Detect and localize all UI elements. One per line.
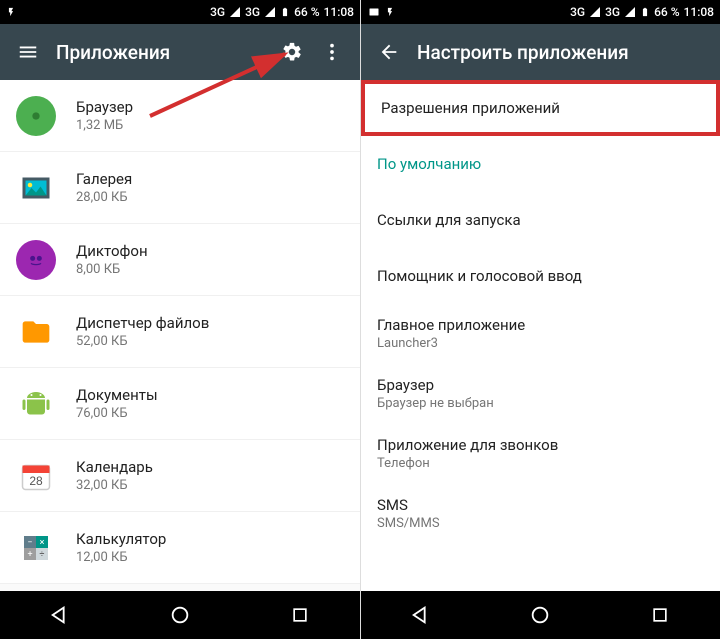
network-3g-2: 3G: [245, 5, 260, 19]
folder-icon: [16, 312, 56, 352]
app-size: 28,00 КБ: [76, 190, 132, 205]
item-title: Ссылки для запуска: [377, 211, 521, 229]
nav-recents-icon[interactable]: [260, 595, 340, 635]
item-default[interactable]: По умолчанию: [361, 136, 720, 192]
recorder-icon: [16, 240, 56, 280]
svg-text:×: ×: [40, 538, 45, 548]
nav-recents-icon[interactable]: [620, 595, 700, 635]
nav-back-icon[interactable]: [381, 595, 461, 635]
app-size: 8,00 КБ: [76, 262, 148, 277]
item-assistant-voice[interactable]: Помощник и голосовой ввод: [361, 248, 720, 304]
item-title: SMS: [377, 496, 440, 514]
overflow-icon[interactable]: [312, 32, 352, 72]
flash-icon: [385, 5, 395, 19]
app-size: 12,00 КБ: [76, 550, 166, 565]
network-3g-2: 3G: [605, 5, 620, 19]
app-name: Календарь: [76, 458, 153, 476]
svg-text:28: 28: [29, 474, 43, 488]
item-title: Главное приложение: [377, 316, 525, 334]
app-row-calc[interactable]: −× + ÷ Калькулятор 12,00 КБ: [0, 512, 360, 584]
apps-pane: 3G 3G 66 % 11:08 Приложения Браузер 1,32 …: [0, 0, 360, 639]
app-size: 32,00 КБ: [76, 478, 153, 493]
statusbar-left: 3G 3G 66 % 11:08: [0, 0, 360, 24]
navbar-left: [0, 591, 360, 639]
item-app-permissions[interactable]: Разрешения приложений: [361, 80, 720, 136]
network-3g-1: 3G: [570, 5, 585, 19]
app-name: Калькулятор: [76, 530, 166, 548]
appbar-right: Настроить приложения: [361, 24, 720, 80]
appbar-left: Приложения: [0, 24, 360, 80]
nav-home-icon[interactable]: [500, 595, 580, 635]
app-row-files[interactable]: Диспетчер файлов 52,00 КБ: [0, 296, 360, 368]
apps-list[interactable]: Браузер 1,32 МБ Галерея 28,00 КБ Диктофон 8…: [0, 80, 360, 591]
battery-text: 66 %: [654, 5, 679, 19]
app-row-recorder[interactable]: Диктофон 8,00 КБ: [0, 224, 360, 296]
app-row-gallery[interactable]: Галерея 28,00 КБ: [0, 152, 360, 224]
svg-text:+: +: [27, 550, 32, 560]
back-icon[interactable]: [369, 32, 409, 72]
menu-icon[interactable]: [8, 32, 48, 72]
calendar-icon: 28: [16, 456, 56, 496]
item-sms-app[interactable]: SMS SMS/MMS: [361, 484, 720, 544]
clock-text: 11:08: [324, 5, 354, 19]
browser-icon: [16, 96, 56, 136]
item-phone-app[interactable]: Приложение для звонков Телефон: [361, 424, 720, 484]
statusbar-right-pane: 3G 3G 66 % 11:08: [361, 0, 720, 24]
clock-text: 11:08: [684, 5, 714, 19]
svg-text:−: −: [27, 538, 32, 548]
configure-apps-pane: 3G 3G 66 % 11:08 Настроить приложения Ра…: [360, 0, 720, 639]
app-name: Диктофон: [76, 242, 148, 260]
nav-back-icon[interactable]: [20, 595, 100, 635]
calculator-icon: −× + ÷: [16, 528, 56, 568]
item-sub: Телефон: [377, 456, 558, 471]
item-title: Разрешения приложений: [381, 99, 560, 117]
item-home-app[interactable]: Главное приложение Launcher3: [361, 304, 720, 364]
item-title: Браузер: [377, 376, 494, 394]
android-icon: [16, 384, 56, 424]
app-name: Галерея: [76, 170, 132, 188]
navbar-right: [361, 591, 720, 639]
item-launch-links[interactable]: Ссылки для запуска: [361, 192, 720, 248]
app-row-docs[interactable]: Документы 76,00 КБ: [0, 368, 360, 440]
app-row-calendar[interactable]: 28 Календарь 32,00 КБ: [0, 440, 360, 512]
gallery-icon: [16, 168, 56, 208]
flash-icon: [6, 5, 16, 19]
app-size: 1,32 МБ: [76, 118, 133, 133]
app-name: Документы: [76, 386, 158, 404]
appbar-title-left: Приложения: [56, 41, 272, 64]
app-size: 52,00 КБ: [76, 334, 209, 349]
nav-home-icon[interactable]: [140, 595, 220, 635]
configure-list[interactable]: Разрешения приложений По умолчанию Ссылк…: [361, 80, 720, 591]
item-sub: Launcher3: [377, 336, 525, 351]
app-name: Диспетчер файлов: [76, 314, 209, 332]
battery-text: 66 %: [294, 5, 319, 19]
item-sub: Браузер не выбран: [377, 396, 494, 411]
item-title: По умолчанию: [377, 155, 481, 173]
svg-text:÷: ÷: [39, 550, 44, 560]
item-title: Помощник и голосовой ввод: [377, 267, 582, 285]
gear-icon[interactable]: [272, 32, 312, 72]
app-size: 76,00 КБ: [76, 406, 158, 421]
item-title: Приложение для звонков: [377, 436, 558, 454]
app-name: Браузер: [76, 98, 133, 116]
item-sub: SMS/MMS: [377, 516, 440, 531]
appbar-title-right: Настроить приложения: [417, 41, 712, 64]
image-icon: [367, 6, 381, 18]
item-browser-app[interactable]: Браузер Браузер не выбран: [361, 364, 720, 424]
network-3g-1: 3G: [210, 5, 225, 19]
app-row-browser[interactable]: Браузер 1,32 МБ: [0, 80, 360, 152]
